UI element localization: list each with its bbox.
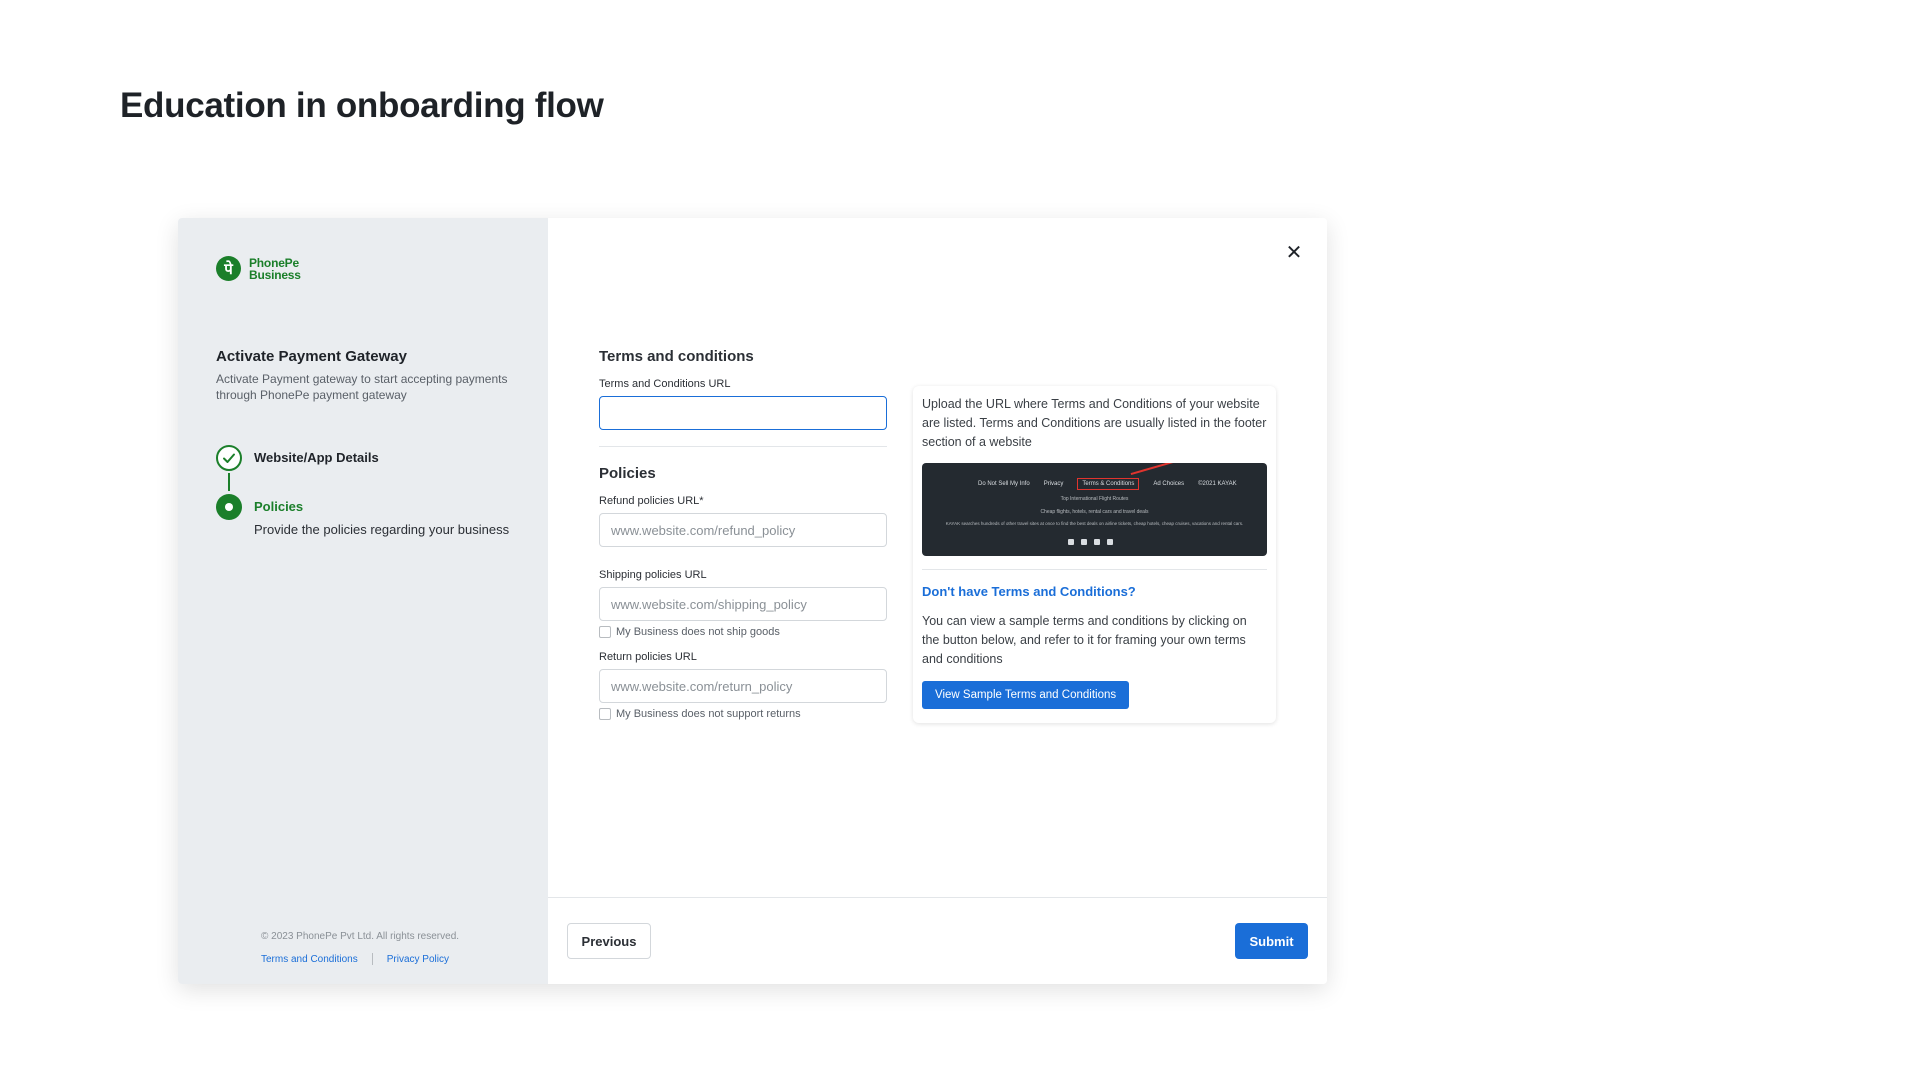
active-step-icon xyxy=(216,494,242,520)
preview-text: Top International Flight Routes xyxy=(1060,496,1129,502)
phonepe-logo-icon: पे xyxy=(216,256,241,281)
terms-link[interactable]: Terms and Conditions xyxy=(261,954,358,965)
step-label: Policies xyxy=(254,499,304,514)
education-body: You can view a sample terms and conditio… xyxy=(922,614,1247,666)
no-returns-checkbox[interactable] xyxy=(599,708,611,720)
step-label: Website/App Details xyxy=(254,450,379,465)
preview-text: KAYAK searches hundreds of other travel … xyxy=(945,521,1244,526)
sidebar-title: Activate Payment Gateway xyxy=(216,348,407,365)
divider xyxy=(599,446,887,447)
tc-section-title: Terms and conditions xyxy=(599,348,754,365)
refund-url-label: Refund policies URL* xyxy=(599,495,704,507)
step-website-app-details[interactable]: Website/App Details xyxy=(216,445,379,471)
education-card: Upload the URL where Terms and Condition… xyxy=(913,386,1276,723)
submit-button[interactable]: Submit xyxy=(1235,923,1308,959)
shipping-url-label: Shipping policies URL xyxy=(599,569,707,581)
policies-form: Terms and conditions Terms and Condition… xyxy=(599,348,887,720)
check-icon xyxy=(216,445,242,471)
step-subtitle: Provide the policies regarding your busi… xyxy=(254,522,510,537)
no-ship-checkbox-row[interactable]: My Business does not ship goods xyxy=(599,626,887,638)
step-policies[interactable]: Policies Provide the policies regarding … xyxy=(216,494,509,537)
shipping-url-input[interactable] xyxy=(599,587,887,621)
education-intro: Upload the URL where Terms and Condition… xyxy=(922,397,1267,449)
arrow-icon xyxy=(1130,463,1174,475)
tc-url-input[interactable] xyxy=(599,396,887,430)
logo-text: PhonePe Business xyxy=(249,257,301,281)
preview-link: ©2021 KAYAK xyxy=(1198,481,1237,487)
step-connector xyxy=(228,473,230,491)
onboarding-modal: पे PhonePe Business Activate Payment Gat… xyxy=(178,218,1327,984)
footer-links: Terms and Conditions Privacy Policy xyxy=(261,953,449,965)
link-separator xyxy=(371,953,373,965)
divider xyxy=(922,569,1267,570)
page-title: Education in onboarding flow xyxy=(120,86,604,125)
copyright: © 2023 PhonePe Pvt Ltd. All rights reser… xyxy=(261,931,460,942)
instagram-icon xyxy=(1107,539,1113,545)
view-sample-tc-button[interactable]: View Sample Terms and Conditions xyxy=(922,681,1130,709)
return-url-input[interactable] xyxy=(599,669,887,703)
logo: पे PhonePe Business xyxy=(216,256,301,281)
logo-line-1: PhonePe xyxy=(249,255,299,270)
previous-button[interactable]: Previous xyxy=(567,923,651,959)
logo-line-2: Business xyxy=(249,267,301,282)
return-url-label: Return policies URL xyxy=(599,651,697,663)
modal-footer: Previous Submit xyxy=(548,897,1327,984)
preview-link: Privacy xyxy=(1043,481,1064,487)
preview-link: Ad Choices xyxy=(1153,481,1185,487)
policies-section-title: Policies xyxy=(599,465,656,482)
twitter-icon xyxy=(1081,539,1087,545)
refund-url-input[interactable] xyxy=(599,513,887,547)
youtube-icon xyxy=(1094,539,1100,545)
no-tc-heading: Don't have Terms and Conditions? xyxy=(922,584,1136,599)
close-icon[interactable]: ✕ xyxy=(1285,243,1303,263)
sidebar-description: Activate Payment gateway to start accept… xyxy=(216,372,508,402)
sidebar: पे PhonePe Business Activate Payment Gat… xyxy=(178,218,548,984)
privacy-link[interactable]: Privacy Policy xyxy=(387,954,449,965)
no-ship-label: My Business does not ship goods xyxy=(616,626,780,638)
preview-text: Cheap flights, hotels, rental cars and t… xyxy=(1040,509,1149,515)
preview-link: Do Not Sell My Info xyxy=(978,481,1030,487)
no-returns-label: My Business does not support returns xyxy=(616,708,801,720)
social-icons xyxy=(1068,539,1113,545)
facebook-icon xyxy=(1068,539,1074,545)
no-ship-checkbox[interactable] xyxy=(599,626,611,638)
no-returns-checkbox-row[interactable]: My Business does not support returns xyxy=(599,708,887,720)
preview-tc-highlight: Terms & Conditions xyxy=(1077,478,1140,490)
preview-links: Do Not Sell My Info Privacy Terms & Cond… xyxy=(978,478,1237,490)
footer-example-image: Do Not Sell My Info Privacy Terms & Cond… xyxy=(922,463,1267,556)
tc-url-label: Terms and Conditions URL xyxy=(599,378,731,390)
